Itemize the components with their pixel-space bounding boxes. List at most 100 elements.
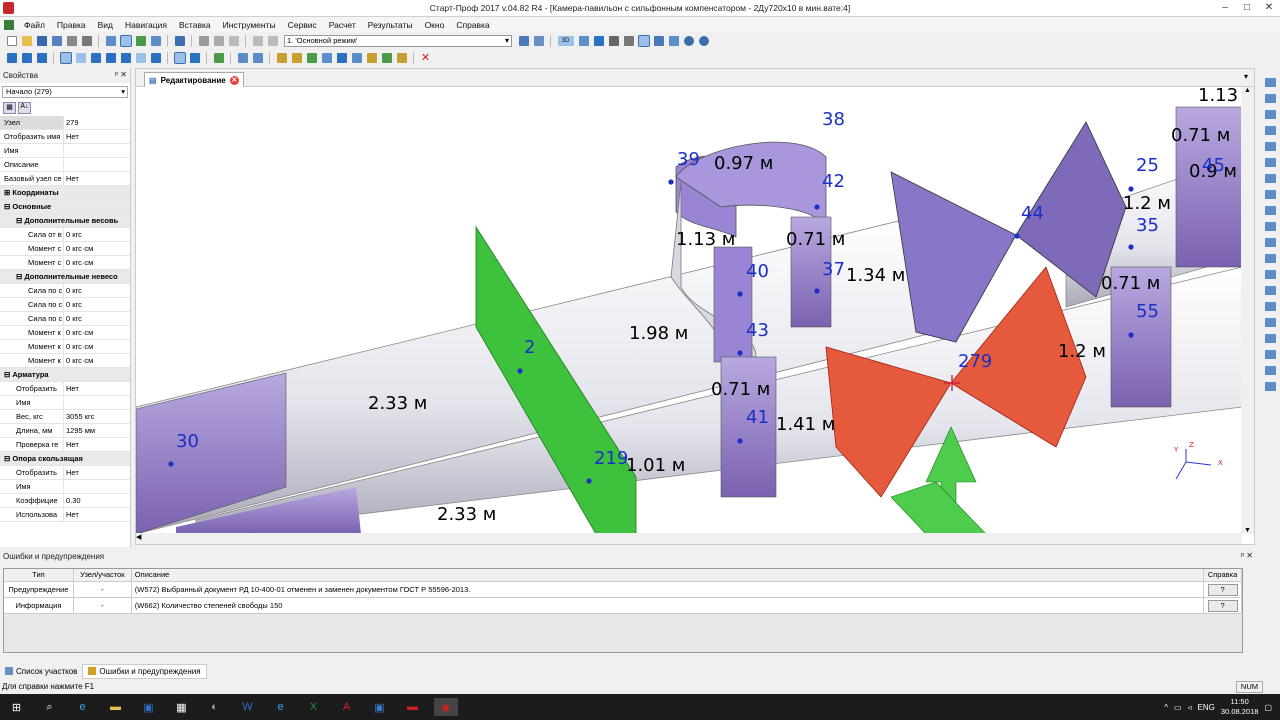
- prop-row[interactable]: Момент к0 кгс·см: [0, 340, 130, 354]
- 3d-viewport[interactable]: 1.13 0.97 м 0.71 м 1.13 м 0.71 м 1.34 м …: [136, 87, 1242, 534]
- tool-icon[interactable]: [1264, 141, 1276, 151]
- select-pointer-icon[interactable]: [637, 34, 650, 47]
- group-add-weight[interactable]: ⊟ Дополнительные весовь: [0, 214, 130, 228]
- tool-icon[interactable]: [1264, 333, 1276, 343]
- start-prof-icon[interactable]: ◉: [433, 698, 458, 716]
- node-tool-icon[interactable]: [59, 51, 72, 64]
- menu-insert[interactable]: Вставка: [173, 20, 217, 30]
- view-icon[interactable]: [105, 35, 116, 46]
- tool-icon[interactable]: [1264, 253, 1276, 263]
- clock[interactable]: 11:50 30.08.2018: [1221, 697, 1259, 717]
- support-tool-icon[interactable]: [135, 52, 146, 63]
- prop-row[interactable]: Сила от в0 кгс: [0, 228, 130, 242]
- prop-row[interactable]: Сила по с0 кгс: [0, 298, 130, 312]
- print-icon[interactable]: [81, 35, 92, 46]
- help-button[interactable]: ?: [1207, 600, 1238, 612]
- zoom-mode-icon[interactable]: [533, 35, 544, 46]
- prop-row[interactable]: Длина, мм 1295 мм: [0, 424, 130, 438]
- maximize-icon[interactable]: □: [1236, 0, 1258, 17]
- edit-mode-icon[interactable]: [119, 34, 132, 47]
- tool-icon[interactable]: [1264, 205, 1276, 215]
- split-tool-icon[interactable]: [321, 52, 332, 63]
- segment-tool-icon[interactable]: [90, 52, 101, 63]
- network-icon[interactable]: ▭: [1174, 703, 1182, 712]
- menu-edit[interactable]: Правка: [51, 20, 92, 30]
- pipe-tool-icon[interactable]: [6, 52, 17, 63]
- prop-row[interactable]: Базовый узел се Нет: [0, 172, 130, 186]
- copy-icon[interactable]: [213, 35, 224, 46]
- prop-row[interactable]: Момент к0 кгс·см: [0, 326, 130, 340]
- menu-service[interactable]: Сервис: [282, 20, 323, 30]
- tool-icon[interactable]: [1264, 317, 1276, 327]
- group-coords[interactable]: ⊞ Координаты: [0, 186, 130, 200]
- group-sliding-support[interactable]: ⊟ Опора скользящая: [0, 452, 130, 466]
- tab-errors[interactable]: Ошибки и предупреждения: [82, 663, 207, 679]
- prop-row[interactable]: Имя: [0, 480, 130, 494]
- prop-row[interactable]: Имя: [0, 396, 130, 410]
- word-icon[interactable]: W: [236, 698, 260, 716]
- tool-icon[interactable]: [1264, 269, 1276, 279]
- calculator-icon[interactable]: [174, 35, 185, 46]
- prop-row[interactable]: Узел 279: [0, 116, 130, 130]
- pin-icon[interactable]: ᵖ: [1241, 551, 1244, 560]
- line-tool-icon[interactable]: [75, 52, 86, 63]
- table-row[interactable]: Предупреждение - (W572) Выбранный докуме…: [4, 582, 1242, 598]
- tool-icon[interactable]: [1264, 285, 1276, 295]
- pan-icon[interactable]: [653, 35, 664, 46]
- branch-tool-icon[interactable]: [36, 52, 47, 63]
- cube-icon[interactable]: [593, 35, 604, 46]
- measure-tool-icon[interactable]: [276, 52, 287, 63]
- filter-tool-icon[interactable]: [396, 52, 407, 63]
- prop-row[interactable]: Коэффицие 0.30: [0, 494, 130, 508]
- group-armature[interactable]: ⊟ Арматура: [0, 368, 130, 382]
- tab-list-icon[interactable]: ▾: [1244, 72, 1248, 81]
- undo-icon[interactable]: [252, 35, 263, 46]
- prop-row[interactable]: Сила по с0 кгс: [0, 284, 130, 298]
- refresh-icon[interactable]: [698, 35, 709, 46]
- rotate-tool-icon[interactable]: [351, 52, 362, 63]
- tab-editing[interactable]: ▤ Редактирование ✕: [144, 72, 244, 87]
- menu-tools[interactable]: Инструменты: [217, 20, 282, 30]
- tool-icon[interactable]: [1264, 301, 1276, 311]
- print-preview-icon[interactable]: [66, 35, 77, 46]
- join-tool-icon[interactable]: [336, 52, 347, 63]
- reducer-tool-icon[interactable]: [105, 52, 116, 63]
- prop-row[interactable]: Отобразить имя Нет: [0, 130, 130, 144]
- app-icon[interactable]: ◐: [203, 698, 227, 716]
- rotate-icon[interactable]: [683, 35, 694, 46]
- tool-icon[interactable]: [1264, 189, 1276, 199]
- excel-icon[interactable]: X: [302, 698, 326, 716]
- open-folder-icon[interactable]: [21, 35, 32, 46]
- prop-row[interactable]: Отобразить Нет: [0, 466, 130, 480]
- menu-window[interactable]: Окно: [419, 20, 451, 30]
- calculator-icon[interactable]: ▦: [170, 698, 194, 716]
- anchor-tool-icon[interactable]: [150, 52, 161, 63]
- tool-icon[interactable]: [1264, 381, 1276, 391]
- tee-tool-icon[interactable]: [120, 52, 131, 63]
- object-select[interactable]: Начало (279): [2, 86, 128, 98]
- mode-settings-icon[interactable]: [518, 35, 529, 46]
- close-icon[interactable]: ✕: [1258, 0, 1280, 17]
- group-main[interactable]: ⊟ Основные: [0, 200, 130, 214]
- tool-icon[interactable]: [1264, 221, 1276, 231]
- pin-icon[interactable]: ᵖ: [115, 70, 118, 79]
- fit-icon[interactable]: [608, 35, 619, 46]
- zoom-icon[interactable]: [668, 35, 679, 46]
- dimension-tool-icon[interactable]: [366, 52, 377, 63]
- tool-icon[interactable]: [1264, 157, 1276, 167]
- save-all-icon[interactable]: [51, 35, 62, 46]
- tool-icon[interactable]: [1264, 109, 1276, 119]
- prop-row[interactable]: Описание: [0, 158, 130, 172]
- pipeline-model[interactable]: 1.13 0.97 м 0.71 м 1.13 м 0.71 м 1.34 м …: [136, 87, 1242, 534]
- prop-row[interactable]: Вес, кгс 3055 кгс: [0, 410, 130, 424]
- tool-icon[interactable]: [1264, 77, 1276, 87]
- prop-row[interactable]: Момент с0 кгс·см: [0, 242, 130, 256]
- volume-icon[interactable]: ◃: [1188, 703, 1192, 712]
- acrobat-icon[interactable]: A: [335, 698, 359, 716]
- tool-icon[interactable]: [1264, 93, 1276, 103]
- tool-icon[interactable]: [1264, 365, 1276, 375]
- save-app-icon[interactable]: ▣: [368, 698, 392, 716]
- document-menu-icon[interactable]: [4, 19, 14, 30]
- mode-select[interactable]: 1. 'Основной режим': [284, 34, 512, 47]
- paste-icon[interactable]: [228, 35, 239, 46]
